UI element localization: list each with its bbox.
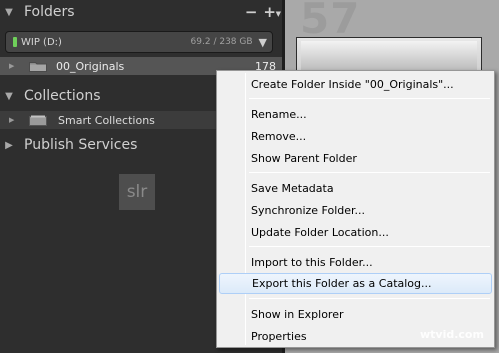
menu-item-export-folder-as-catalog[interactable]: Export this Folder as a Catalog... bbox=[219, 273, 492, 294]
menu-separator bbox=[249, 246, 490, 247]
menu-item-rename[interactable]: Rename... bbox=[219, 104, 492, 125]
slr-logo: slr bbox=[119, 174, 155, 210]
volume-name: WIP (D:) bbox=[21, 36, 62, 48]
menu-item-show-parent-folder[interactable]: Show Parent Folder bbox=[219, 148, 492, 169]
watermark-text: wtvid.com bbox=[420, 328, 484, 341]
menu-item-create-folder-inside[interactable]: Create Folder Inside "00_Originals"... bbox=[219, 74, 492, 95]
volume-size: 69.2 / 238 GB bbox=[190, 37, 253, 47]
plus-icon: + bbox=[263, 3, 276, 21]
volume-status-led-icon bbox=[13, 37, 17, 47]
folders-panel-header[interactable]: ▼ Folders − + ▼ bbox=[0, 1, 282, 23]
triangle-right-icon[interactable]: ▶ bbox=[9, 116, 19, 124]
smart-collection-icon bbox=[29, 115, 47, 126]
folders-panel-title: Folders bbox=[24, 4, 75, 20]
triangle-right-icon[interactable]: ▶ bbox=[0, 140, 18, 151]
small-triangle-icon: ▼ bbox=[275, 10, 281, 18]
triangle-down-icon[interactable]: ▼ bbox=[0, 91, 18, 102]
caret-down-icon[interactable]: ▼ bbox=[259, 36, 267, 49]
folder-name: 00_Originals bbox=[56, 59, 125, 73]
menu-item-save-metadata[interactable]: Save Metadata bbox=[219, 178, 492, 199]
publish-services-panel-title: Publish Services bbox=[24, 137, 138, 153]
menu-separator bbox=[249, 298, 490, 299]
menu-item-import-to-this-folder[interactable]: Import to this Folder... bbox=[219, 252, 492, 273]
folder-context-menu: Create Folder Inside "00_Originals"... R… bbox=[216, 70, 495, 348]
triangle-right-icon[interactable]: ▶ bbox=[9, 62, 19, 70]
collections-panel-title: Collections bbox=[24, 88, 101, 104]
menu-separator bbox=[249, 172, 490, 173]
menu-item-show-in-explorer[interactable]: Show in Explorer bbox=[219, 304, 492, 325]
menu-item-remove[interactable]: Remove... bbox=[219, 126, 492, 147]
folder-icon bbox=[29, 61, 47, 72]
menu-item-synchronize-folder[interactable]: Synchronize Folder... bbox=[219, 200, 492, 221]
menu-item-update-folder-location[interactable]: Update Folder Location... bbox=[219, 222, 492, 243]
triangle-down-icon[interactable]: ▼ bbox=[0, 7, 18, 18]
remove-folder-button[interactable]: − bbox=[245, 3, 258, 21]
photo-thumbnail[interactable] bbox=[296, 37, 482, 73]
folders-header-controls: − + ▼ bbox=[245, 3, 281, 21]
menu-separator bbox=[249, 98, 490, 99]
volume-bar[interactable]: WIP (D:) 69.2 / 238 GB ▼ bbox=[5, 31, 273, 53]
photo-thumbnail-image bbox=[301, 41, 477, 72]
collection-name: Smart Collections bbox=[58, 113, 155, 127]
add-folder-button[interactable]: + ▼ bbox=[263, 3, 281, 21]
